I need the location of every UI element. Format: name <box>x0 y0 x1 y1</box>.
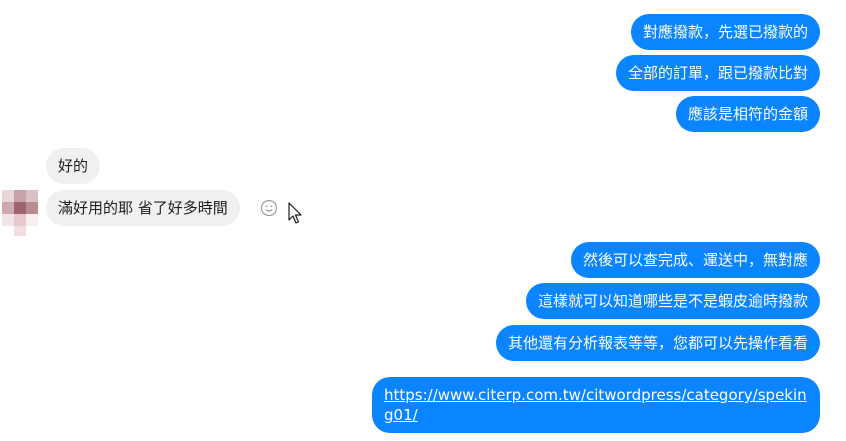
message-text: 對應撥款，先選已撥款的 <box>642 23 808 41</box>
sender-avatar[interactable] <box>2 190 38 236</box>
message-outgoing[interactable]: 然後可以查完成、運送中，無對應 <box>570 242 820 278</box>
message-text: 應該是相符的金額 <box>687 105 808 123</box>
message-text: 這樣就可以知道哪些是不是蝦皮逾時撥款 <box>537 292 808 310</box>
mouse-pointer-icon <box>288 202 304 226</box>
message-text: 全部的訂單，跟已撥款比對 <box>627 64 808 82</box>
message-outgoing[interactable]: 應該是相符的金額 <box>675 96 820 132</box>
message-outgoing[interactable]: 對應撥款，先選已撥款的 <box>630 14 820 50</box>
message-outgoing[interactable]: 這樣就可以知道哪些是不是蝦皮逾時撥款 <box>525 283 820 319</box>
message-incoming[interactable]: 好的 <box>46 148 101 184</box>
message-text: 其他還有分析報表等等，您都可以先操作看看 <box>507 334 808 352</box>
message-text: 好的 <box>58 157 89 175</box>
smiley-icon[interactable] <box>260 199 278 217</box>
message-text: 然後可以查完成、運送中，無對應 <box>582 251 808 269</box>
message-outgoing-link[interactable]: https://www.citerp.com.tw/citwordpress/c… <box>372 377 820 433</box>
message-incoming[interactable]: 滿好用的耶 省了好多時間 <box>46 190 240 226</box>
message-outgoing[interactable]: 其他還有分析報表等等，您都可以先操作看看 <box>495 325 820 361</box>
message-outgoing[interactable]: 全部的訂單，跟已撥款比對 <box>615 55 820 91</box>
message-text: 滿好用的耶 省了好多時間 <box>58 199 228 217</box>
message-link[interactable]: https://www.citerp.com.tw/citwordpress/c… <box>384 386 807 424</box>
